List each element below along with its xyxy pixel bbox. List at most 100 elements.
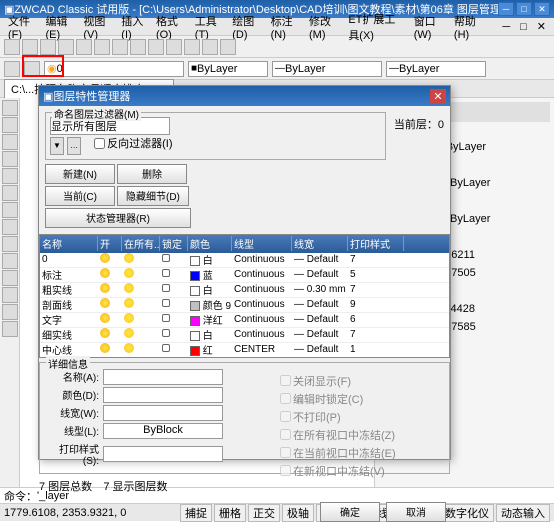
- detail-name-input[interactable]: [103, 369, 223, 385]
- chk-freeze-all[interactable]: 在所有视口中冻结(Z): [280, 427, 396, 443]
- zoom-icon[interactable]: [220, 39, 236, 55]
- detail-color-input[interactable]: [103, 387, 223, 403]
- detail-lweight-input[interactable]: [103, 405, 223, 421]
- col-color[interactable]: 颜色: [188, 236, 232, 251]
- state-manager-button[interactable]: 状态管理器(R): [45, 208, 191, 228]
- draw-toolbar: [0, 98, 20, 498]
- table-row[interactable]: 细实线 白Continuous— Default7: [40, 328, 449, 343]
- current-layer-value: 0: [438, 119, 444, 131]
- doc-min-icon[interactable]: ─: [498, 20, 514, 34]
- total-layers: 7 图层总数: [39, 481, 92, 493]
- chk-lock[interactable]: 编辑时锁定(C): [280, 391, 396, 407]
- detail-ltype-input[interactable]: ByBlock: [103, 423, 223, 439]
- menu-et[interactable]: ET扩展工具(X): [344, 10, 407, 44]
- menu-insert[interactable]: 插入(I): [117, 12, 150, 42]
- col-on[interactable]: 开: [98, 236, 122, 251]
- cancel-button[interactable]: 取消: [386, 502, 446, 522]
- chk-freeze-new[interactable]: 在新视口中冻结(V): [280, 463, 396, 479]
- doc-close-icon[interactable]: ✕: [533, 19, 550, 34]
- linetype-dropdown[interactable]: — ByLayer: [272, 61, 382, 77]
- new-icon[interactable]: [4, 39, 20, 55]
- cut-icon[interactable]: [94, 39, 110, 55]
- menu-format[interactable]: 格式(O): [152, 12, 189, 42]
- menu-dim[interactable]: 标注(N): [267, 12, 303, 42]
- circle-icon[interactable]: [2, 185, 18, 201]
- layer-table: 名称 开 在所有... 锁定 颜色 线型 线宽 打印样式 0 白Continuo…: [39, 234, 450, 358]
- layer-manager-icon[interactable]: [4, 61, 20, 77]
- col-lweight[interactable]: 线宽: [292, 236, 348, 251]
- rect-icon[interactable]: [2, 151, 18, 167]
- point-icon[interactable]: [2, 287, 18, 303]
- polygon-icon[interactable]: [2, 134, 18, 150]
- current-button[interactable]: 当前(C): [45, 186, 115, 206]
- ok-button[interactable]: 确定: [320, 502, 380, 522]
- hatch-icon[interactable]: [2, 236, 18, 252]
- filter-dd-button[interactable]: ▼: [50, 137, 64, 155]
- menu-modify[interactable]: 修改(M): [305, 12, 342, 42]
- chk-freeze-cur[interactable]: 在当前视口中冻结(E): [280, 445, 396, 461]
- ellipse-icon[interactable]: [2, 219, 18, 235]
- menu-file[interactable]: 文件(F): [4, 12, 39, 42]
- filter-edit-button[interactable]: …: [67, 137, 81, 155]
- dialog-icon: ▣: [43, 90, 53, 103]
- table-row[interactable]: 粗实线 白Continuous— 0.30 mm7: [40, 283, 449, 298]
- chk-off[interactable]: 关闭显示(F): [280, 373, 396, 389]
- save-icon[interactable]: [40, 39, 56, 55]
- line-icon[interactable]: [2, 100, 18, 116]
- maximize-button[interactable]: □: [516, 2, 532, 16]
- spline-icon[interactable]: [2, 202, 18, 218]
- pan-icon[interactable]: [202, 39, 218, 55]
- arc-icon[interactable]: [2, 168, 18, 184]
- col-lock[interactable]: 锁定: [160, 236, 188, 251]
- hide-details-button[interactable]: 隐藏细节(D): [117, 186, 189, 206]
- table-icon[interactable]: [2, 304, 18, 320]
- layer-prev-icon[interactable]: [24, 61, 40, 77]
- table-row[interactable]: 文字 洋红Continuous— Default6: [40, 313, 449, 328]
- col-name[interactable]: 名称: [40, 236, 98, 251]
- filter-legend: 命名图层过滤器(M): [52, 106, 141, 121]
- col-freeze[interactable]: 在所有...: [122, 236, 160, 251]
- table-row[interactable]: 0 白Continuous— Default7: [40, 253, 449, 268]
- col-pstyle[interactable]: 打印样式: [348, 236, 404, 251]
- menu-view[interactable]: 视图(V): [79, 12, 115, 42]
- match-icon[interactable]: [148, 39, 164, 55]
- menu-tools[interactable]: 工具(T): [191, 12, 226, 42]
- dialog-titlebar[interactable]: ▣ 图层特性管理器 ✕: [39, 86, 450, 106]
- preview-icon[interactable]: [76, 39, 92, 55]
- col-ltype[interactable]: 线型: [232, 236, 292, 251]
- details-fieldset: 详细信息 名称(A): 颜色(D): 线宽(W): 线型(L):ByBlock …: [39, 362, 450, 474]
- block-icon[interactable]: [2, 270, 18, 286]
- print-icon[interactable]: [58, 39, 74, 55]
- menu-draw[interactable]: 绘图(D): [228, 12, 264, 42]
- pline-icon[interactable]: [2, 117, 18, 133]
- menu-edit[interactable]: 编辑(E): [41, 12, 77, 42]
- table-row[interactable]: 剖面线 颜色 9Continuous— Default9: [40, 298, 449, 313]
- chk-noprint[interactable]: 不打印(P): [280, 409, 396, 425]
- copy-icon[interactable]: [112, 39, 128, 55]
- redo-icon[interactable]: [184, 39, 200, 55]
- layer-dropdown[interactable]: ◉ 0: [44, 61, 184, 77]
- table-row[interactable]: 标注 蓝Continuous— Default5: [40, 268, 449, 283]
- open-icon[interactable]: [22, 39, 38, 55]
- new-layer-button[interactable]: 新建(N): [45, 164, 115, 184]
- menu-window[interactable]: 窗口(W): [410, 12, 448, 42]
- layer-properties-dialog: ▣ 图层特性管理器 ✕ 命名图层过滤器(M) 显示所有图层 ▼ … 反向过滤器(…: [38, 85, 451, 460]
- table-header: 名称 开 在所有... 锁定 颜色 线型 线宽 打印样式: [40, 235, 449, 253]
- dialog-close-button[interactable]: ✕: [430, 89, 446, 103]
- region-icon[interactable]: [2, 321, 18, 337]
- detail-pstyle-input[interactable]: [103, 446, 223, 462]
- color-dropdown[interactable]: ■ ByLayer: [188, 61, 268, 77]
- dyn-toggle[interactable]: 动态输入: [496, 504, 550, 522]
- minimize-button[interactable]: ─: [498, 2, 514, 16]
- lineweight-dropdown[interactable]: — ByLayer: [386, 61, 486, 77]
- undo-icon[interactable]: [166, 39, 182, 55]
- table-row[interactable]: 中心线 红CENTER— Default1: [40, 343, 449, 357]
- text-icon[interactable]: [2, 253, 18, 269]
- paste-icon[interactable]: [130, 39, 146, 55]
- doc-max-icon[interactable]: □: [516, 20, 531, 34]
- close-button[interactable]: ✕: [534, 2, 550, 16]
- invert-filter-checkbox[interactable]: 反向过滤器(I): [94, 135, 172, 151]
- menu-help[interactable]: 帮助(H): [450, 12, 486, 42]
- delete-layer-button[interactable]: 删除: [117, 164, 187, 184]
- menubar: 文件(F) 编辑(E) 视图(V) 插入(I) 格式(O) 工具(T) 绘图(D…: [0, 18, 554, 36]
